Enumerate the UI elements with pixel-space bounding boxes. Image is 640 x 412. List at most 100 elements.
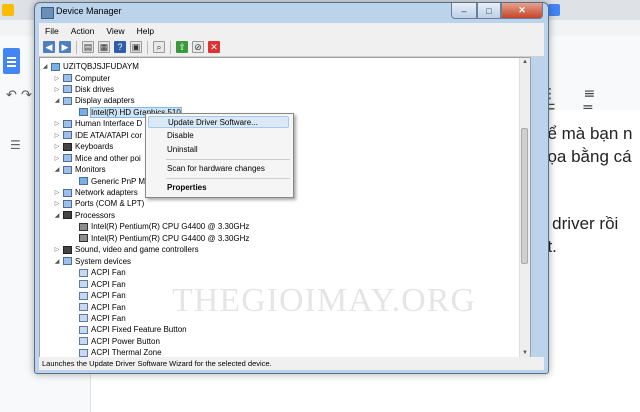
- tree-item[interactable]: ▷ IDE ATA/ATAPI cor: [54, 130, 142, 141]
- collapse-icon[interactable]: ◢: [54, 166, 60, 173]
- device-icon: [63, 154, 72, 163]
- tree-item[interactable]: ◢ Display adapters: [54, 95, 135, 106]
- drive-tab-icon[interactable]: [2, 4, 14, 16]
- help-icon[interactable]: ?: [114, 41, 126, 53]
- device-icon: [63, 199, 72, 208]
- expand-icon[interactable]: ▷: [54, 143, 60, 150]
- tree-item[interactable]: ACPI Power Button: [70, 336, 160, 347]
- disable-menu-item[interactable]: Disable: [148, 129, 289, 141]
- scan-hardware-icon[interactable]: ⌕: [153, 41, 165, 53]
- tree-item[interactable]: ▷ Human Interface D: [54, 118, 142, 129]
- tree-item-label: Human Interface D: [75, 119, 143, 129]
- disable-device-icon[interactable]: ⊘: [192, 41, 204, 53]
- tree-root-label: UZITQBJSJFUDAYM: [63, 62, 139, 71]
- tree-item[interactable]: ACPI Fan: [70, 267, 126, 278]
- collapse-icon[interactable]: ◢: [54, 212, 60, 219]
- tree-item-label: Network adapters: [75, 188, 138, 197]
- expand-icon[interactable]: ▷: [54, 120, 60, 127]
- tree-item[interactable]: ◢ Monitors: [54, 164, 106, 175]
- maximize-button[interactable]: □: [477, 3, 501, 19]
- minimize-button[interactable]: –: [451, 3, 477, 19]
- device-icon: [79, 348, 88, 357]
- tree-item-label: Disk drives: [75, 84, 115, 94]
- tree-item[interactable]: ◢ System devices: [54, 256, 131, 267]
- device-icon: [63, 257, 72, 266]
- tree-item[interactable]: ACPI Fan: [70, 302, 126, 313]
- device-icon: [79, 325, 88, 334]
- tree-item[interactable]: ◢ Processors: [54, 210, 115, 221]
- tree-item[interactable]: ▷ Mice and other poi: [54, 153, 141, 164]
- scroll-down-arrow[interactable]: ▼: [520, 349, 530, 357]
- menu-help[interactable]: Help: [131, 26, 160, 36]
- scroll-thumb[interactable]: [521, 128, 528, 264]
- uninstall-device-icon[interactable]: ✕: [208, 41, 220, 53]
- tree-item-label: Generic PnP Mo: [91, 176, 150, 186]
- tree-item[interactable]: ▷ Keyboards: [54, 141, 114, 152]
- menu-view[interactable]: View: [100, 26, 130, 36]
- device-icon: [63, 96, 72, 105]
- expand-icon[interactable]: ▷: [54, 75, 60, 82]
- uninstall-menu-item[interactable]: Uninstall: [148, 143, 289, 155]
- tree-item[interactable]: ▷ Sound, video and game controllers: [54, 244, 199, 255]
- tree-item[interactable]: ACPI Fan: [70, 279, 126, 290]
- tree-item[interactable]: ACPI Fan: [70, 313, 126, 324]
- tree-item-label: Mice and other poi: [75, 153, 141, 163]
- tree-item[interactable]: ACPI Fan: [70, 290, 126, 301]
- device-icon: [79, 280, 88, 289]
- back-arrow-icon[interactable]: ◀: [43, 41, 55, 53]
- close-button[interactable]: ✕: [501, 3, 543, 19]
- expand-icon[interactable]: ▷: [54, 86, 60, 93]
- view-icon[interactable]: ▣: [130, 41, 142, 53]
- expand-icon[interactable]: ▷: [54, 200, 60, 207]
- device-icon: [63, 85, 72, 94]
- device-icon: [63, 74, 72, 82]
- tree-item[interactable]: ACPI Fixed Feature Button: [70, 324, 187, 335]
- update-driver-menu-item[interactable]: Update Driver Software...: [148, 116, 289, 128]
- tree-item-label: Monitors: [75, 165, 106, 175]
- device-icon: [79, 268, 88, 277]
- tree-item-label: ACPI Fan: [91, 268, 126, 278]
- menu-action[interactable]: Action: [65, 26, 101, 36]
- tree-item-label: System devices: [75, 256, 132, 266]
- tree-item[interactable]: ▷ Ports (COM & LPT): [54, 198, 145, 209]
- tree-item[interactable]: ▷ Computer: [54, 73, 110, 84]
- vertical-scrollbar[interactable]: ▲ ▼: [519, 58, 530, 357]
- properties-menu-item[interactable]: Properties: [148, 181, 289, 193]
- scroll-up-arrow[interactable]: ▲: [520, 58, 530, 66]
- expand-icon[interactable]: ▷: [54, 132, 60, 139]
- expand-icon[interactable]: ▷: [54, 189, 60, 196]
- collapse-icon[interactable]: ◢: [42, 63, 48, 70]
- docs-logo-icon[interactable]: [3, 48, 20, 74]
- menu-file[interactable]: File: [39, 26, 65, 36]
- tree-item[interactable]: Intel(R) Pentium(R) CPU G4400 @ 3.30GHz: [70, 221, 249, 232]
- scan-hardware-menu-item[interactable]: Scan for hardware changes: [148, 162, 289, 174]
- tree-item-label: ACPI Fan: [91, 302, 126, 312]
- properties-icon[interactable]: ▦: [98, 41, 110, 53]
- title-bar[interactable]: Device Manager – □ ✕: [35, 3, 548, 22]
- docs-tab-icon[interactable]: [548, 4, 560, 16]
- tree-root[interactable]: ◢ UZITQBJSJFUDAYM: [42, 61, 139, 72]
- expand-icon[interactable]: ▷: [54, 246, 60, 253]
- outline-icon[interactable]: ☰: [10, 138, 21, 152]
- undo-icon[interactable]: ↶ ↷: [6, 88, 32, 103]
- device-icon: [79, 234, 88, 243]
- tree-item-label: Processors: [75, 210, 116, 220]
- device-icon: [79, 337, 88, 346]
- expand-icon[interactable]: ▷: [54, 155, 60, 162]
- tree-item[interactable]: ▷ Network adapters: [54, 187, 138, 198]
- toolbar-separator: [147, 40, 148, 54]
- update-driver-icon[interactable]: ⇧: [176, 41, 188, 53]
- tree-item-label: ACPI Fixed Feature Button: [91, 325, 187, 335]
- device-icon: [79, 222, 88, 231]
- tree-item[interactable]: ▷ Disk drives: [54, 84, 114, 95]
- show-hide-tree-icon[interactable]: ▤: [82, 41, 94, 53]
- tree-item-label: Sound, video and game controllers: [75, 245, 199, 255]
- tree-item-label: IDE ATA/ATAPI cor: [75, 130, 142, 140]
- collapse-icon[interactable]: ◢: [54, 258, 60, 265]
- device-icon: [63, 131, 72, 140]
- tree-item[interactable]: Intel(R) Pentium(R) CPU G4400 @ 3.30GHz: [70, 233, 249, 244]
- watermark: THEGIOIMAY.ORG: [172, 282, 476, 319]
- forward-arrow-icon[interactable]: ▶: [59, 41, 71, 53]
- tree-item[interactable]: Generic PnP Mo: [70, 176, 150, 187]
- collapse-icon[interactable]: ◢: [54, 97, 60, 104]
